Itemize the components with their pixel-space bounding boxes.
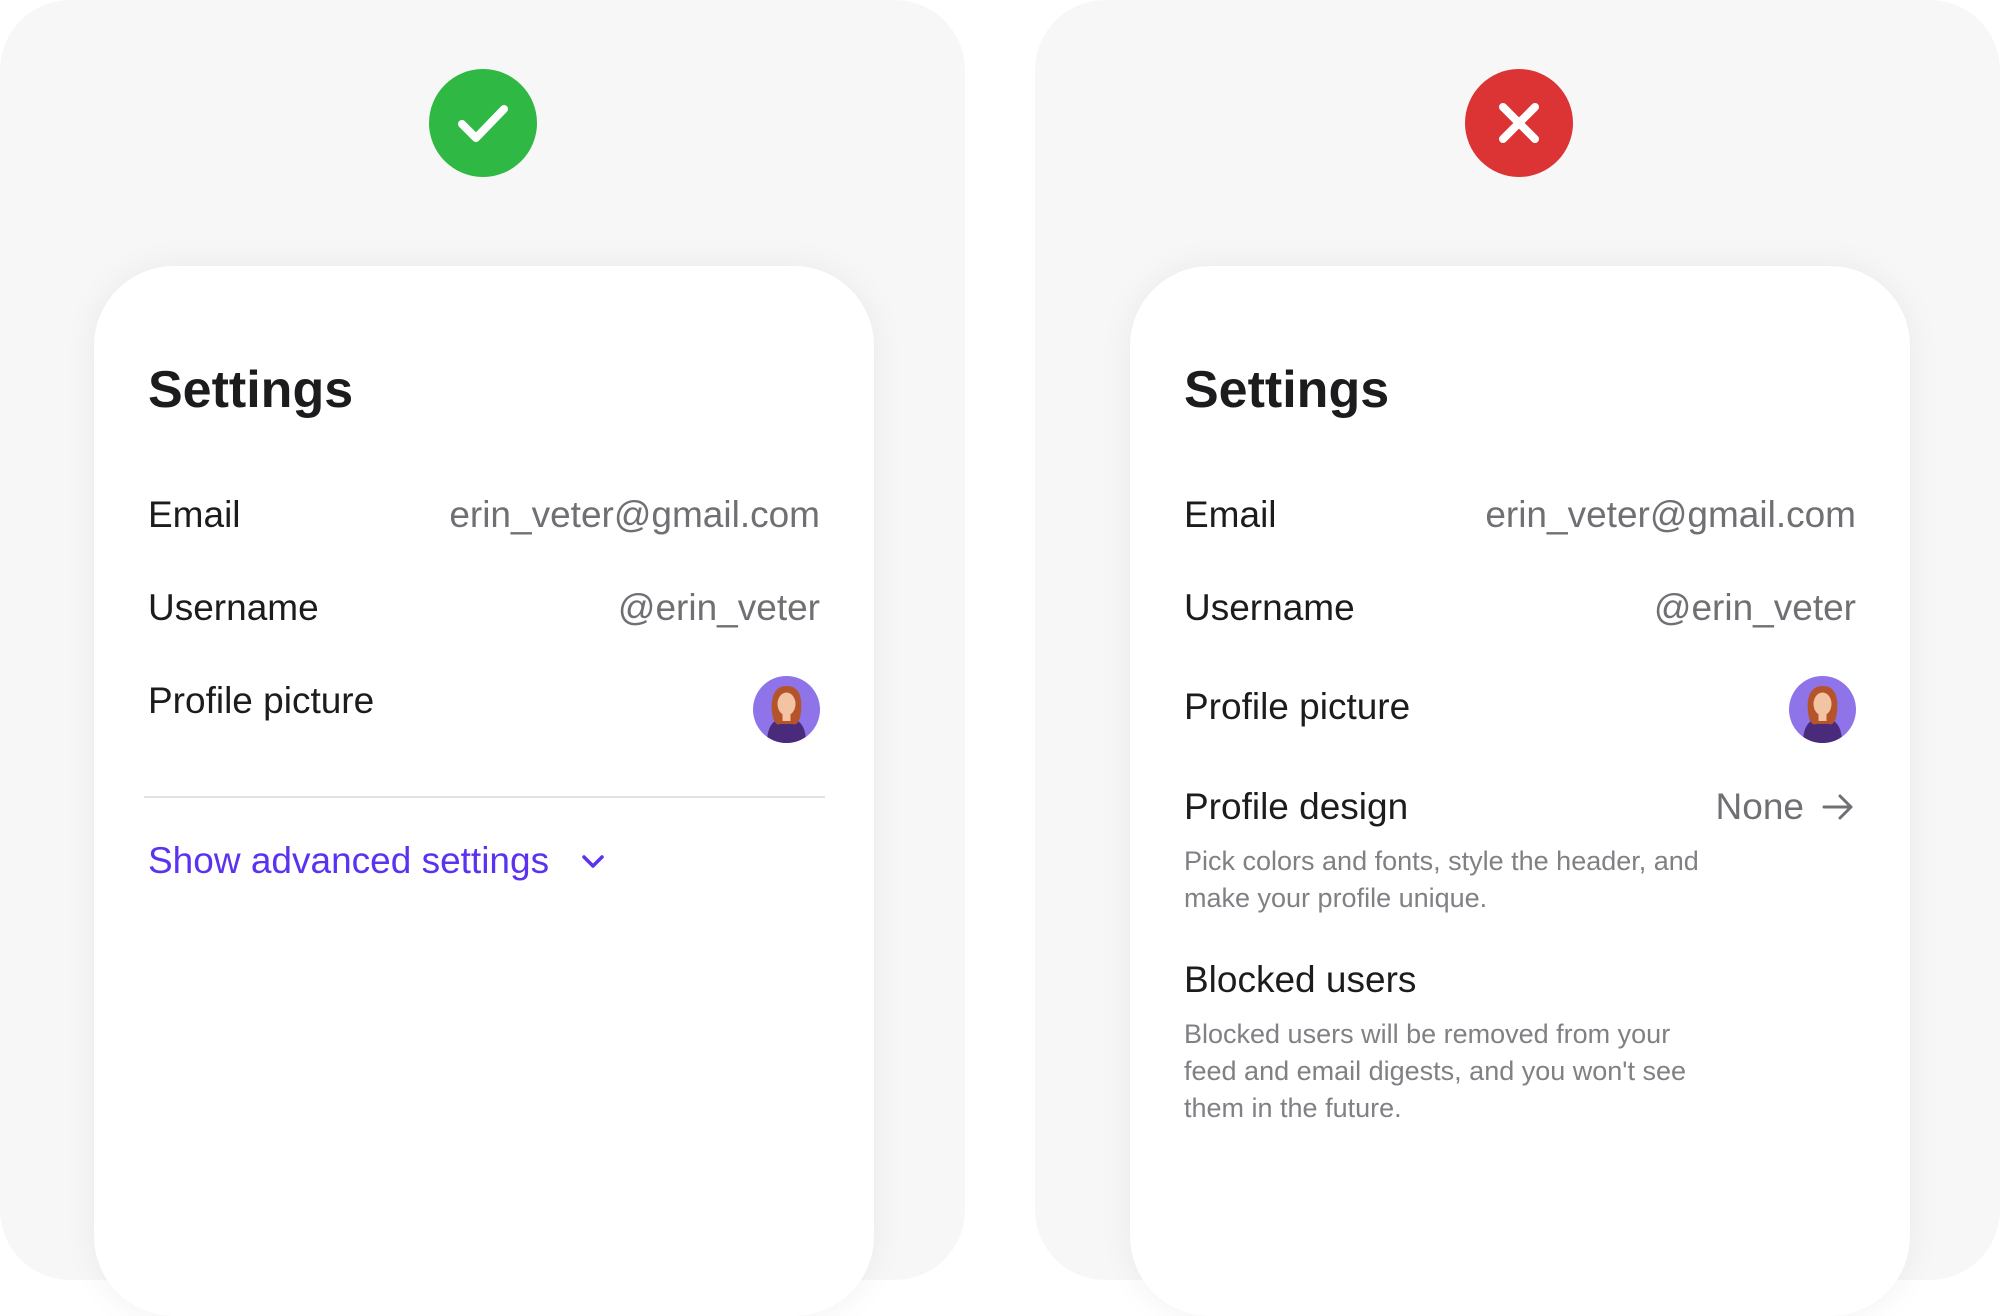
username-label: Username — [148, 587, 319, 628]
username-value[interactable]: @erin_veter — [1654, 587, 1856, 629]
avatar[interactable] — [753, 676, 820, 743]
bad-example-panel: Settings Email erin_veter@gmail.com User… — [1035, 0, 2000, 1316]
chevron-down-icon — [582, 855, 604, 868]
profile-picture-label: Profile picture — [148, 680, 375, 721]
username-value[interactable]: @erin_veter — [618, 587, 820, 629]
good-example-panel: Settings Email erin_veter@gmail.com User… — [0, 0, 965, 1316]
check-icon — [429, 69, 537, 177]
email-value[interactable]: erin_veter@gmail.com — [1485, 494, 1856, 536]
profile-design-button[interactable]: None — [1716, 786, 1856, 828]
email-label: Email — [1184, 494, 1277, 535]
email-value[interactable]: erin_veter@gmail.com — [449, 494, 820, 536]
settings-screen: Settings Email erin_veter@gmail.com User… — [1130, 266, 1910, 1316]
page-title: Settings — [148, 361, 354, 419]
page-title: Settings — [1184, 361, 1390, 419]
avatar[interactable] — [1789, 676, 1856, 743]
advanced-settings-label: Show advanced settings — [148, 840, 550, 881]
show-advanced-settings-button[interactable]: Show advanced settings — [148, 840, 607, 882]
profile-picture-label: Profile picture — [1184, 686, 1411, 727]
divider — [144, 796, 825, 798]
profile-design-description: Pick colors and fonts, style the header,… — [1184, 846, 1699, 913]
close-icon — [1465, 69, 1573, 177]
blocked-users-description: Blocked users will be removed from your … — [1184, 1019, 1686, 1123]
profile-design-value: None — [1715, 786, 1804, 827]
settings-screen: Settings Email erin_veter@gmail.com User… — [94, 266, 874, 1316]
email-label: Email — [148, 494, 241, 535]
profile-design-label: Profile design — [1184, 786, 1409, 827]
blocked-users-label[interactable]: Blocked users — [1184, 959, 1416, 1001]
username-label: Username — [1184, 587, 1355, 628]
arrow-right-icon — [1822, 794, 1853, 820]
